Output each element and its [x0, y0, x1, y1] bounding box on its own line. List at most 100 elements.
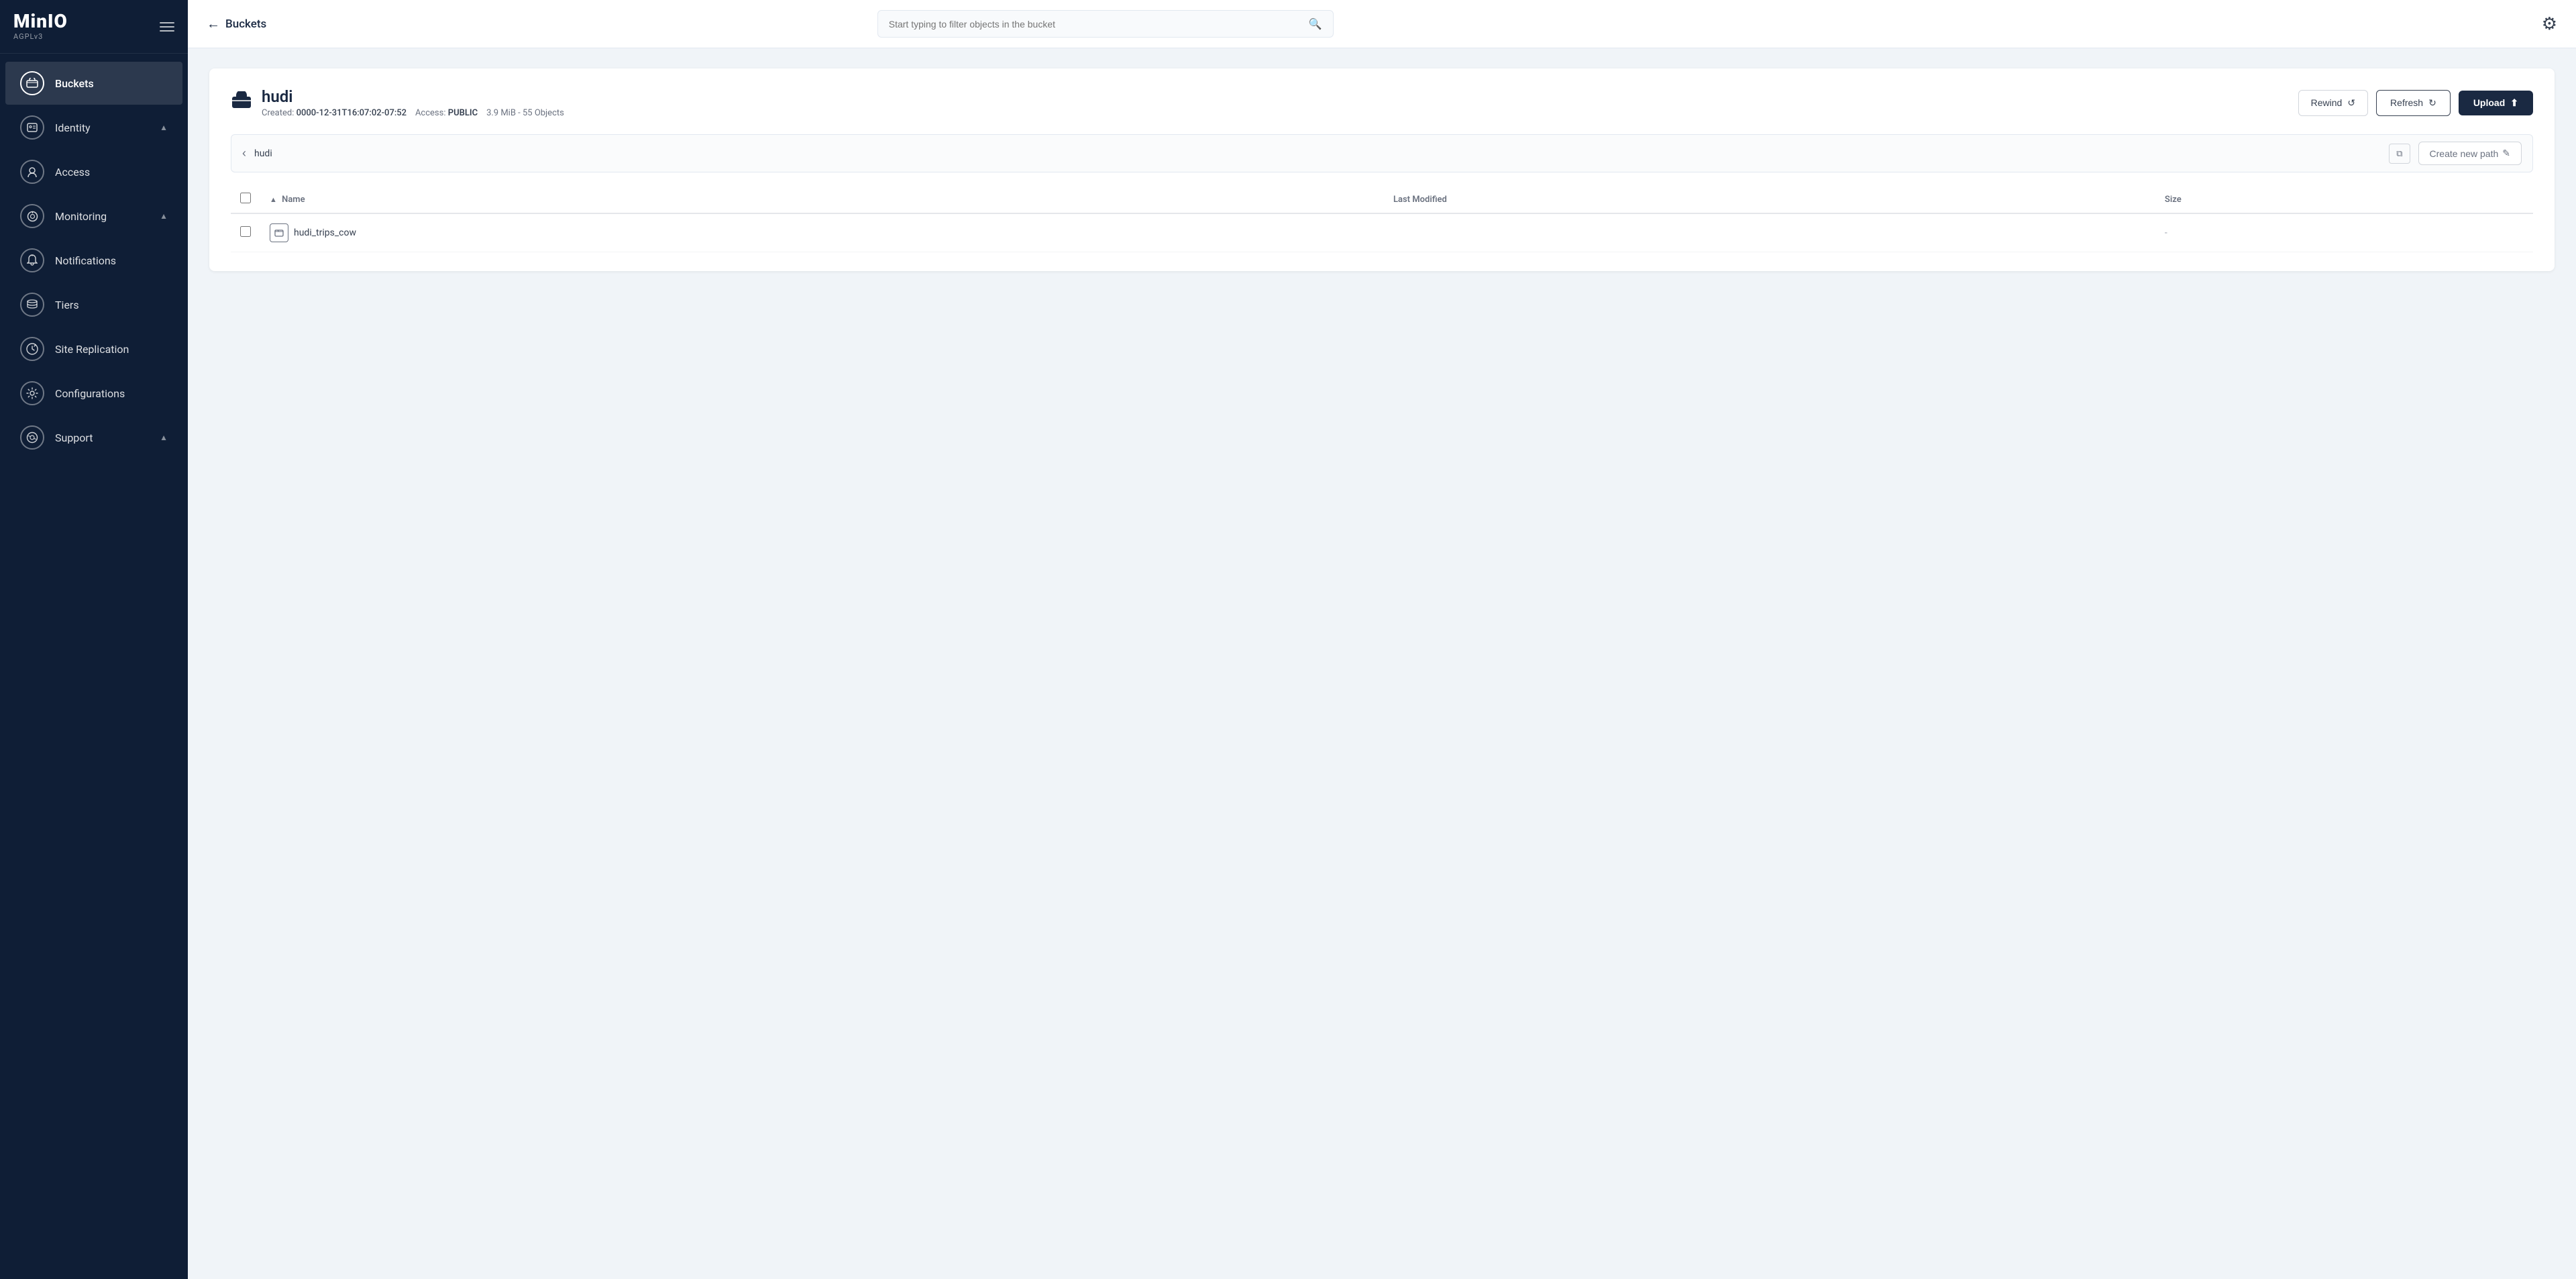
folder-name: hudi_trips_cow [294, 227, 356, 238]
content: hudi Created: 0000-12-31T16:07:02-07:52 … [188, 48, 2576, 1279]
upload-label: Upload [2473, 97, 2505, 108]
refresh-label: Refresh [2390, 97, 2423, 108]
bucket-actions: Rewind ↺ Refresh ↻ Upload ⬆ [2298, 90, 2533, 116]
bucket-name: hudi [262, 87, 564, 106]
folder-icon [270, 223, 288, 242]
sidebar-item-tiers-label: Tiers [55, 299, 168, 311]
row-last-modified-cell [1384, 213, 2155, 252]
created-label: Created: [262, 108, 294, 118]
create-path-icon: ✎ [2502, 148, 2510, 159]
support-chevron: ▲ [160, 433, 168, 442]
sidebar: MinIO AGPLv3 Buckets Identity ▲ [0, 0, 188, 1279]
sidebar-item-configurations-label: Configurations [55, 387, 168, 400]
col-last-modified-label: Last Modified [1393, 195, 1447, 205]
col-size-label: Size [2165, 195, 2182, 205]
row-checkbox-cell [231, 213, 260, 252]
sort-icon: ▲ [270, 195, 277, 204]
rewind-button[interactable]: Rewind ↺ [2298, 90, 2368, 116]
size-value: - [2165, 227, 2167, 238]
monitoring-icon [20, 204, 44, 228]
hamburger-menu[interactable] [160, 22, 174, 32]
search-icon: 🔍 [1309, 17, 1322, 30]
sidebar-item-monitoring[interactable]: Monitoring ▲ [5, 195, 182, 238]
sidebar-item-identity-label: Identity [55, 121, 149, 134]
objects-table: ▲ Name Last Modified Size [231, 186, 2533, 252]
app-name: MinIO [13, 12, 68, 31]
configurations-icon [20, 381, 44, 405]
rewind-label: Rewind [2311, 97, 2343, 108]
sidebar-item-notifications-label: Notifications [55, 254, 168, 267]
topbar-right: ⚙ [2542, 14, 2557, 34]
upload-icon: ⬆ [2510, 97, 2518, 109]
select-all-checkbox[interactable] [240, 193, 251, 203]
notifications-icon [20, 248, 44, 272]
sidebar-item-site-replication-label: Site Replication [55, 343, 168, 356]
table-row: hudi_trips_cow - [231, 213, 2533, 252]
row-size-cell: - [2155, 213, 2533, 252]
sidebar-item-configurations[interactable]: Configurations [5, 372, 182, 415]
search-bar: 🔍 [877, 10, 1334, 38]
back-arrow-icon: ← [207, 15, 220, 32]
path-text: hudi [254, 148, 2381, 159]
refresh-button[interactable]: Refresh ↻ [2376, 90, 2451, 116]
logo-area: MinIO AGPLv3 [13, 12, 68, 41]
settings-icon[interactable]: ⚙ [2542, 14, 2557, 34]
col-name-label: Name [282, 195, 305, 205]
name-col-header: ▲ Name [260, 186, 1384, 213]
monitoring-chevron: ▲ [160, 211, 168, 221]
create-path-button[interactable]: Create new path ✎ [2418, 142, 2522, 165]
bucket-header: hudi Created: 0000-12-31T16:07:02-07:52 … [231, 87, 2533, 118]
back-label: Buckets [225, 17, 266, 31]
buckets-icon [20, 71, 44, 95]
upload-button[interactable]: Upload ⬆ [2459, 91, 2533, 115]
main-area: ← Buckets 🔍 ⚙ hudi Crea [188, 0, 2576, 1279]
access-icon [20, 160, 44, 184]
sidebar-item-support-label: Support [55, 431, 149, 444]
table-header: ▲ Name Last Modified Size [231, 186, 2533, 213]
topbar: ← Buckets 🔍 ⚙ [188, 0, 2576, 48]
sidebar-item-buckets-label: Buckets [55, 77, 168, 90]
sidebar-header: MinIO AGPLv3 [0, 0, 188, 54]
size-objects: 3.9 MiB - 55 Objects [486, 108, 564, 118]
select-all-col [231, 186, 260, 213]
support-icon [20, 425, 44, 450]
sidebar-item-identity[interactable]: Identity ▲ [5, 106, 182, 149]
size-col-header: Size [2155, 186, 2533, 213]
site-replication-icon [20, 337, 44, 361]
app-version: AGPLv3 [13, 32, 68, 41]
identity-chevron: ▲ [160, 123, 168, 132]
access-value: PUBLIC [448, 108, 478, 118]
identity-icon [20, 115, 44, 140]
bucket-meta: Created: 0000-12-31T16:07:02-07:52 Acces… [262, 108, 564, 118]
sidebar-item-monitoring-label: Monitoring [55, 210, 149, 223]
sidebar-nav: Buckets Identity ▲ Access Monitoring ▲ [0, 54, 188, 1279]
bucket-card: hudi Created: 0000-12-31T16:07:02-07:52 … [209, 68, 2555, 271]
copy-icon: ⧉ [2396, 148, 2402, 158]
tiers-icon [20, 293, 44, 317]
sidebar-item-access[interactable]: Access [5, 150, 182, 193]
path-back-button[interactable]: ‹ [242, 146, 246, 160]
create-path-label: Create new path [2430, 148, 2499, 159]
row-checkbox[interactable] [240, 226, 251, 237]
row-name-cell: hudi_trips_cow [260, 213, 1384, 252]
last-modified-col-header: Last Modified [1384, 186, 2155, 213]
path-copy-button[interactable]: ⧉ [2389, 144, 2410, 164]
refresh-icon: ↻ [2428, 97, 2436, 109]
folder-row[interactable]: hudi_trips_cow [270, 223, 356, 242]
sidebar-item-buckets[interactable]: Buckets [5, 62, 182, 105]
created-value: 0000-12-31T16:07:02-07:52 [297, 108, 407, 118]
sidebar-item-notifications[interactable]: Notifications [5, 239, 182, 282]
access-label: Access: [415, 108, 446, 118]
table-body: hudi_trips_cow - [231, 213, 2533, 252]
bucket-title-icon [231, 91, 252, 115]
rewind-icon: ↺ [2347, 97, 2355, 109]
sidebar-item-site-replication[interactable]: Site Replication [5, 327, 182, 370]
bucket-info: hudi Created: 0000-12-31T16:07:02-07:52 … [262, 87, 564, 118]
bucket-title-area: hudi Created: 0000-12-31T16:07:02-07:52 … [231, 87, 564, 118]
back-nav[interactable]: ← Buckets [207, 15, 266, 32]
search-input[interactable] [889, 19, 1302, 30]
path-bar: ‹ hudi ⧉ Create new path ✎ [231, 134, 2533, 172]
sidebar-item-support[interactable]: Support ▲ [5, 416, 182, 459]
sidebar-item-tiers[interactable]: Tiers [5, 283, 182, 326]
sidebar-item-access-label: Access [55, 166, 168, 178]
